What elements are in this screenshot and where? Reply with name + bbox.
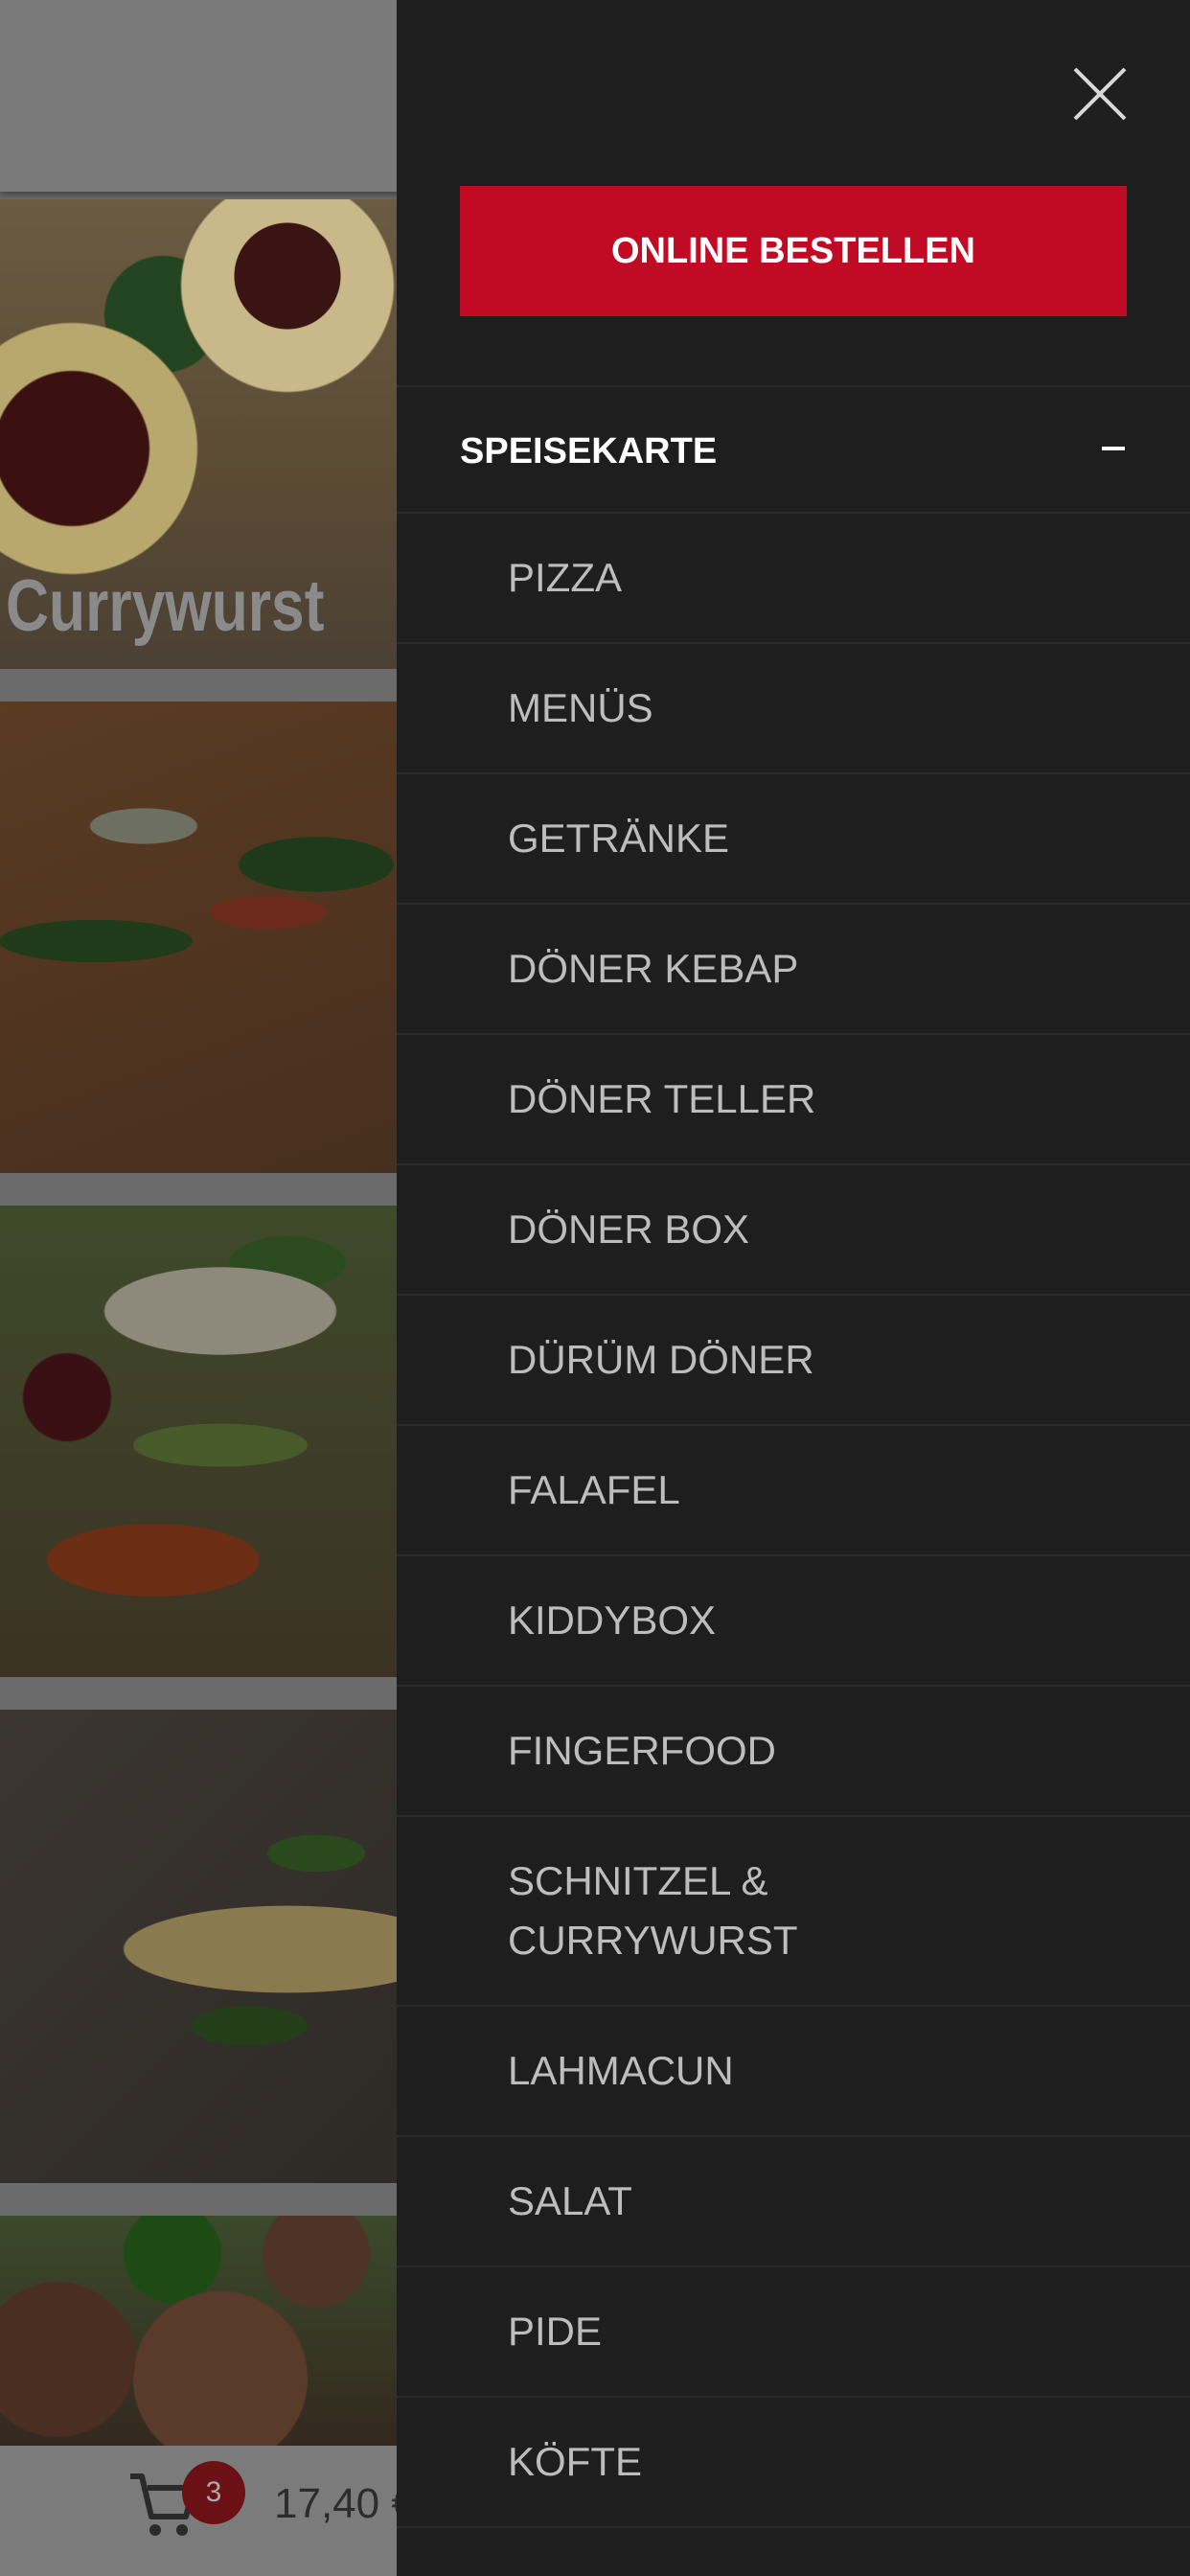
close-icon[interactable] [1062, 56, 1138, 132]
menu-item-duerum-doener[interactable]: DÜRÜM DÖNER [397, 1296, 1190, 1426]
menu-item-pizza[interactable]: PIZZA [397, 514, 1190, 644]
menu-item-label: FINGERFOOD [508, 1728, 776, 1773]
online-order-button[interactable]: ONLINE BESTELLEN [460, 186, 1127, 316]
menu-item-fingerfood[interactable]: FINGERFOOD [397, 1687, 1190, 1817]
menu-item-salat[interactable]: SALAT [397, 2137, 1190, 2267]
menu-item-label: DÖNER TELLER [508, 1076, 816, 1121]
minus-icon[interactable] [1102, 447, 1125, 450]
menu-item-label: SALAT [508, 2178, 632, 2223]
menu-item-label: DÖNER KEBAP [508, 946, 799, 991]
food-card-caption: Currywurst [6, 565, 325, 647]
menu-item-doener-teller[interactable]: DÖNER TELLER [397, 1035, 1190, 1165]
menu-item-pide[interactable]: PIDE [397, 2267, 1190, 2398]
navigation-drawer: ONLINE BESTELLEN SPEISEKARTE PIZZA MENÜS… [397, 0, 1190, 2576]
cart-count-badge: 3 [182, 2461, 245, 2524]
menu-item-falafel[interactable]: FALAFEL [397, 1426, 1190, 1556]
menu-item-label: KIDDYBOX [508, 1598, 717, 1643]
menu-item-doener-box[interactable]: DÖNER BOX [397, 1165, 1190, 1296]
menu-item-doener-kebap[interactable]: DÖNER KEBAP [397, 905, 1190, 1035]
menu-item-label: LAHMACUN [508, 2048, 734, 2093]
menu-item-menues[interactable]: MENÜS [397, 644, 1190, 774]
menu-item-label: GETRÄNKE [508, 816, 730, 861]
menu-item-label: SCHNITZEL & CURRYWURST [508, 1858, 798, 1963]
menu-item-label: KÖFTE [508, 2439, 643, 2484]
menu-item-koefte[interactable]: KÖFTE [397, 2398, 1190, 2528]
menu-item-label: DÖNER BOX [508, 1207, 750, 1252]
menu-item-label: FALAFEL [508, 1467, 680, 1512]
menu-section: SPEISEKARTE PIZZA MENÜS GETRÄNKE DÖNER K… [397, 385, 1190, 2528]
menu-item-label: DÜRÜM DÖNER [508, 1337, 814, 1382]
menu-item-label: PIZZA [508, 555, 623, 600]
cart-total: 17,40 € [274, 2480, 415, 2527]
menu-item-schnitzel-currywurst[interactable]: SCHNITZEL & CURRYWURST [397, 1817, 1190, 2007]
menu-item-lahmacun[interactable]: LAHMACUN [397, 2007, 1190, 2137]
menu-item-getraenke[interactable]: GETRÄNKE [397, 774, 1190, 905]
menu-item-label: PIDE [508, 2309, 603, 2354]
section-header-speisekarte[interactable]: SPEISEKARTE [397, 385, 1190, 514]
menu-item-label: MENÜS [508, 685, 653, 730]
section-title: SPEISEKARTE [460, 431, 718, 472]
menu-item-kiddybox[interactable]: KIDDYBOX [397, 1556, 1190, 1687]
